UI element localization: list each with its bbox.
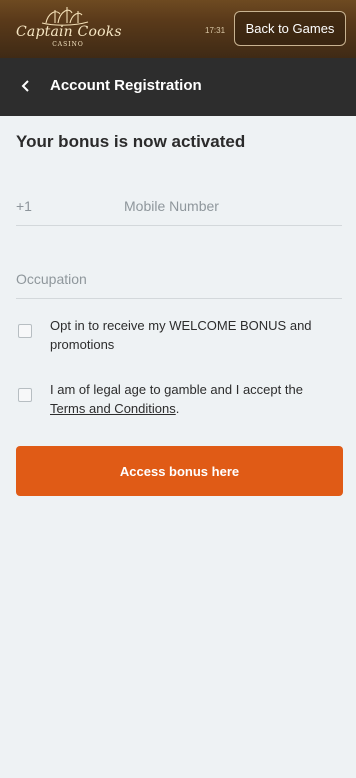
casino-logo[interactable]: Captain Cooks CASINO	[14, 6, 124, 52]
legal-age-label: I am of legal age to gamble and I accept…	[50, 380, 340, 418]
back-to-games-button[interactable]: Back to Games	[234, 11, 346, 46]
chevron-left-icon[interactable]	[18, 78, 34, 94]
mobile-number-field: +1	[16, 186, 342, 226]
access-bonus-label: Access bonus here	[119, 463, 240, 479]
top-bar: Captain Cooks CASINO 17:31 Back to Games	[0, 0, 356, 58]
country-code-prefix: +1	[16, 198, 32, 214]
page-header: Account Registration	[0, 58, 356, 116]
bonus-status-title: Your bonus is now activated	[16, 132, 246, 151]
logo-subtext: CASINO	[52, 41, 84, 48]
legal-age-checkbox[interactable]	[18, 388, 32, 402]
occupation-input[interactable]	[16, 267, 342, 291]
opt-in-label: Opt in to receive my WELCOME BONUS and p…	[50, 318, 312, 352]
legal-age-text: I am of legal age to gamble and I accept…	[50, 382, 303, 397]
access-bonus-button[interactable]: Access bonus here	[16, 446, 343, 496]
opt-in-checkbox[interactable]	[18, 324, 32, 338]
legal-age-text-end: .	[175, 401, 180, 416]
terms-link[interactable]: Terms and Conditions	[50, 401, 176, 416]
clock: 17:31	[205, 26, 226, 35]
logo-text: Captain Cooks	[16, 24, 122, 40]
mobile-number-input[interactable]	[124, 194, 334, 218]
page-title: Account Registration	[50, 77, 202, 94]
registration-form: Your bonus is now activated +1 Opt in to…	[0, 116, 356, 778]
occupation-field	[16, 259, 342, 299]
back-to-games-label: Back to Games	[245, 21, 335, 36]
